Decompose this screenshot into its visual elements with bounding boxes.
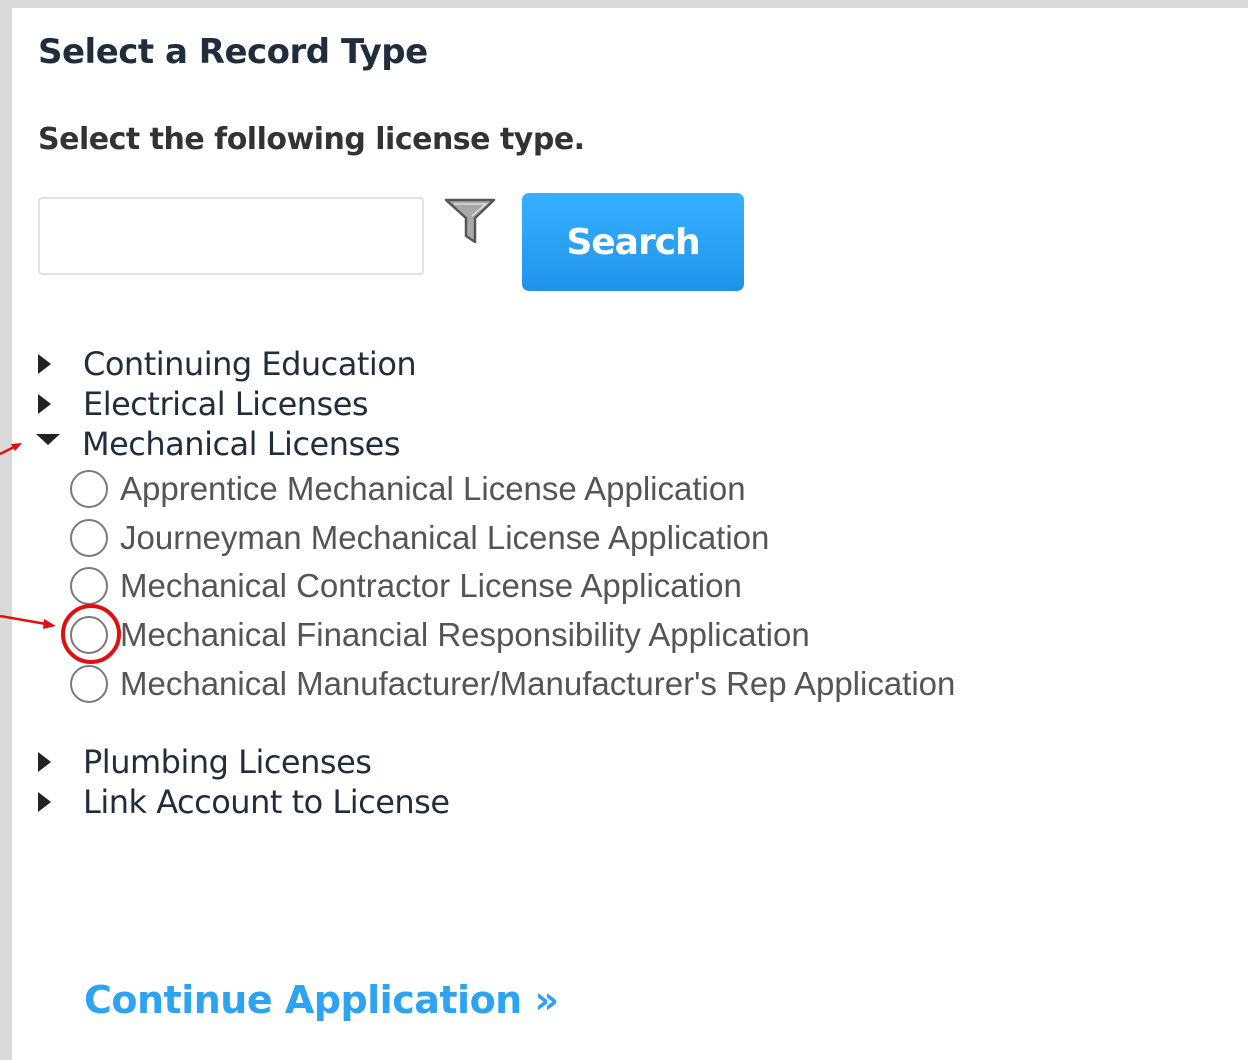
caret-right-icon <box>38 394 51 414</box>
search-button[interactable]: Search <box>522 193 744 291</box>
category-label: Plumbing Licenses <box>83 743 372 781</box>
page-title: Select a Record Type <box>38 32 428 72</box>
instructions-text: Select the following license type. <box>38 122 585 157</box>
option-mechanical-financial-responsibility[interactable]: Mechanical Financial Responsibility Appl… <box>70 613 810 657</box>
category-plumbing-licenses[interactable]: Plumbing Licenses <box>36 742 372 782</box>
search-input[interactable] <box>38 197 424 275</box>
annotation-highlight-circle <box>61 604 121 664</box>
option-mechanical-contractor[interactable]: Mechanical Contractor License Applicatio… <box>70 564 742 608</box>
radio-button[interactable] <box>70 665 108 703</box>
option-label: Mechanical Financial Responsibility Appl… <box>120 616 810 653</box>
radio-button[interactable] <box>70 470 108 508</box>
caret-right-icon <box>38 752 51 772</box>
radio-button[interactable] <box>70 519 108 557</box>
option-apprentice-mechanical[interactable]: Apprentice Mechanical License Applicatio… <box>70 467 746 511</box>
category-label: Mechanical Licenses <box>82 425 401 463</box>
option-mechanical-manufacturer-rep[interactable]: Mechanical Manufacturer/Manufacturer's R… <box>70 662 955 706</box>
category-mechanical-licenses[interactable]: Mechanical Licenses <box>36 424 401 464</box>
caret-down-icon <box>36 433 60 445</box>
option-label: Journeyman Mechanical License Applicatio… <box>120 519 770 556</box>
option-label: Apprentice Mechanical License Applicatio… <box>120 470 746 507</box>
record-type-panel: Select a Record Type Select the followin… <box>12 8 1248 1060</box>
category-continuing-education[interactable]: Continuing Education <box>36 344 417 384</box>
caret-right-icon <box>38 792 51 812</box>
category-label: Link Account to License <box>83 783 450 821</box>
category-electrical-licenses[interactable]: Electrical Licenses <box>36 384 369 424</box>
filter-icon[interactable] <box>444 196 496 248</box>
radio-button[interactable] <box>70 567 108 605</box>
option-label: Mechanical Contractor License Applicatio… <box>120 567 742 604</box>
category-label: Continuing Education <box>83 345 417 383</box>
caret-right-icon <box>38 354 51 374</box>
category-link-account[interactable]: Link Account to License <box>36 782 450 822</box>
option-label: Mechanical Manufacturer/Manufacturer's R… <box>120 665 956 702</box>
category-label: Electrical Licenses <box>83 385 369 423</box>
continue-application-link[interactable]: Continue Application » <box>84 978 559 1022</box>
option-journeyman-mechanical[interactable]: Journeyman Mechanical License Applicatio… <box>70 516 769 560</box>
